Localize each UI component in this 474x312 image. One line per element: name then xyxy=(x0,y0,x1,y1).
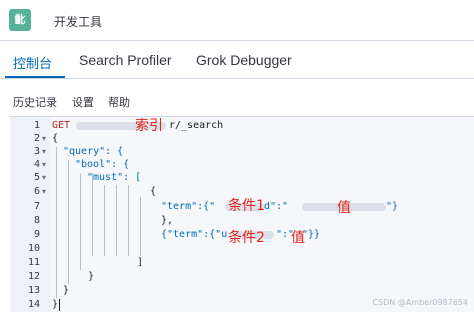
fold-arrow-icon[interactable]: ▾ xyxy=(42,158,46,171)
annotation-condition-2: 条件2 xyxy=(228,230,265,246)
http-method: GET xyxy=(52,120,71,131)
active-tab-indicator xyxy=(5,76,65,78)
line-number: 12 xyxy=(27,271,40,282)
tab-console[interactable]: 控制台 xyxy=(13,53,52,72)
line-number: 9 xyxy=(33,229,40,240)
line-number: 6 xyxy=(33,186,40,197)
indent-guide xyxy=(104,185,105,256)
indent-guide xyxy=(68,160,69,284)
history-menu-item[interactable]: 历史记录 xyxy=(13,94,57,110)
line-number: 11 xyxy=(27,257,40,268)
code-text: "bool": { xyxy=(75,159,130,170)
editor-line: 13 xyxy=(10,284,474,297)
annotation-value-2: 值 xyxy=(291,230,305,246)
fold-arrow-icon[interactable]: ▾ xyxy=(42,185,46,198)
line-number: 13 xyxy=(27,285,40,296)
code-text: d":" xyxy=(264,201,289,212)
line-number: 7 xyxy=(33,201,40,212)
request-editor[interactable]: 1 2 ▾ 3 ▾ 4 ▾ 5 ▾ 6 ▾ 7 8 9 10 11 12 13 … xyxy=(10,116,474,312)
indent-guide xyxy=(128,185,129,256)
indent-guide xyxy=(116,185,117,256)
code-text: "must": [ xyxy=(87,172,142,183)
text-cursor xyxy=(59,299,60,311)
annotation-index: 索引 xyxy=(135,118,163,134)
tab-bar: 控制台 Search Profiler Grok Debugger xyxy=(0,41,474,79)
indent-guide xyxy=(140,197,141,256)
app-logo[interactable]: 齔 xyxy=(9,9,31,31)
annotation-condition-1: 条件1 xyxy=(228,198,265,214)
code-text: } xyxy=(88,271,95,282)
fold-arrow-icon[interactable]: ▾ xyxy=(42,145,46,158)
fold-arrow-icon[interactable]: ▾ xyxy=(42,171,46,184)
line-number: 5 xyxy=(33,172,40,183)
annotation-value-1: 值 xyxy=(337,200,351,216)
line-number: 10 xyxy=(27,243,40,254)
code-text: "query": { xyxy=(63,146,124,157)
indent-guide xyxy=(92,173,93,256)
editor-line: 12 xyxy=(10,270,474,283)
code-text: { xyxy=(150,186,157,197)
code-text: "term":{" xyxy=(161,201,216,212)
console-menu: 历史记录 设置 帮助 xyxy=(0,94,474,110)
tab-search-profiler[interactable]: Search Profiler xyxy=(79,52,172,68)
help-menu-item[interactable]: 帮助 xyxy=(108,94,130,110)
watermark: CSDN @Amber0987654 xyxy=(372,298,468,307)
code-text: {"term":{"u xyxy=(161,229,228,240)
code-text: ] xyxy=(137,257,144,268)
editor-line: 2 ▾ xyxy=(10,132,474,145)
tab-grok-debugger[interactable]: Grok Debugger xyxy=(196,52,292,68)
app-title: 开发工具 xyxy=(54,15,103,29)
line-number: 4 xyxy=(33,159,40,170)
line-number: 3 xyxy=(33,146,40,157)
indent-guide xyxy=(56,147,57,298)
top-bar: 齔 开发工具 xyxy=(0,0,474,41)
line-number: 1 xyxy=(33,120,40,131)
settings-menu-item[interactable]: 设置 xyxy=(72,94,94,110)
line-number: 14 xyxy=(27,299,40,310)
line-number: 2 xyxy=(33,133,40,144)
code-text: } xyxy=(63,285,70,296)
request-path: r/_search xyxy=(169,120,224,131)
indent-guide xyxy=(80,173,81,270)
code-text: { xyxy=(52,133,59,144)
code-text: "} xyxy=(386,201,399,212)
fold-arrow-icon[interactable]: ▾ xyxy=(42,132,46,145)
line-number: 8 xyxy=(33,215,40,226)
code-text: }, xyxy=(161,215,174,226)
code-text: } xyxy=(52,299,59,310)
